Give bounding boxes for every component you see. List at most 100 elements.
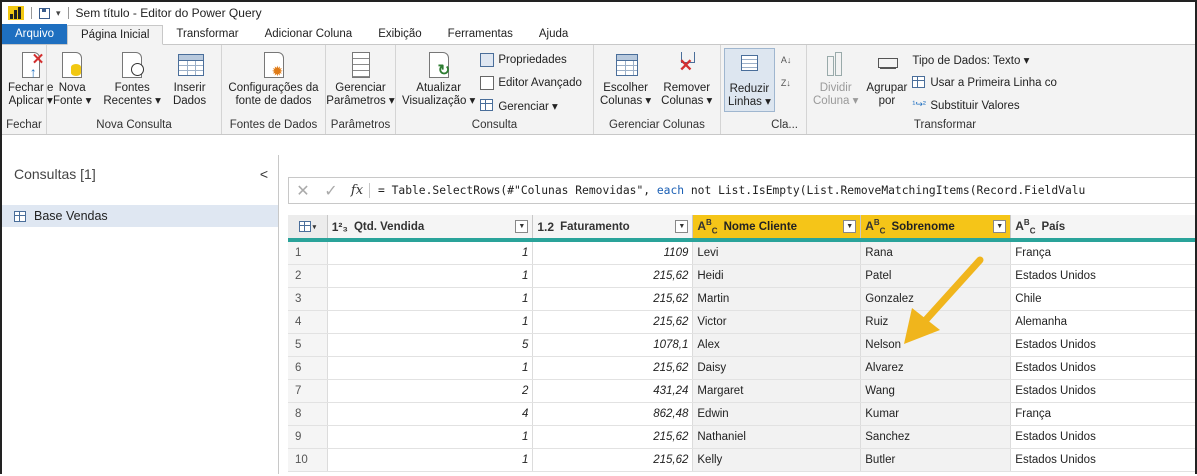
cell-pais[interactable]: Estados Unidos [1011, 380, 1195, 402]
cell-pais[interactable]: Estados Unidos [1011, 449, 1195, 471]
cell-nome-cliente[interactable]: Kelly [693, 449, 862, 471]
cell-nome-cliente[interactable]: Daisy [693, 357, 862, 379]
row-number[interactable]: 2 [288, 265, 328, 287]
cancel-formula-button[interactable]: ✕ [289, 181, 317, 201]
cell-faturamento[interactable]: 215,62 [533, 288, 694, 310]
sort-descending-icon[interactable]: Z↓ [781, 73, 792, 93]
advanced-editor-button[interactable]: Editor Avançado [480, 73, 582, 93]
table-row[interactable]: 5 5 1078,1 Alex Nelson Estados Unidos [288, 334, 1195, 357]
cell-nome-cliente[interactable]: Victor [693, 311, 862, 333]
tab-exibicao[interactable]: Exibição [365, 25, 434, 44]
cell-faturamento[interactable]: 431,24 [533, 380, 694, 402]
data-type-dropdown[interactable]: Tipo de Dados: Texto ▾ [912, 50, 1057, 70]
row-number[interactable]: 6 [288, 357, 328, 379]
row-number[interactable]: 1 [288, 242, 328, 264]
cell-pais[interactable]: Estados Unidos [1011, 334, 1195, 356]
cell-faturamento[interactable]: 215,62 [533, 449, 694, 471]
table-row[interactable]: 3 1 215,62 Martin Gonzalez Chile [288, 288, 1195, 311]
tab-ajuda[interactable]: Ajuda [526, 25, 581, 44]
filter-dropdown-icon[interactable]: ▼ [993, 220, 1007, 233]
cell-qtd-vendida[interactable]: 1 [328, 242, 534, 264]
cell-qtd-vendida[interactable]: 1 [328, 311, 534, 333]
replace-values-button[interactable]: ¹↪² Substituir Valores [912, 96, 1057, 116]
row-number[interactable]: 5 [288, 334, 328, 356]
confirm-formula-button[interactable]: ✓ [317, 181, 345, 201]
column-header-pais[interactable]: ABC País [1011, 215, 1195, 238]
cell-pais[interactable]: Chile [1011, 288, 1195, 310]
row-number[interactable]: 10 [288, 449, 328, 471]
cell-qtd-vendida[interactable]: 1 [328, 426, 534, 448]
use-first-row-button[interactable]: Usar a Primeira Linha co [912, 73, 1057, 93]
row-number[interactable]: 3 [288, 288, 328, 310]
table-row[interactable]: 7 2 431,24 Margaret Wang Estados Unidos [288, 380, 1195, 403]
cell-sobrenome[interactable]: Sanchez [861, 426, 1012, 448]
quick-access-dropdown-icon[interactable]: ▾ [56, 8, 61, 19]
cell-pais[interactable]: França [1011, 242, 1195, 264]
table-row[interactable]: 1 1 1109 Levi Rana França [288, 242, 1195, 265]
cell-nome-cliente[interactable]: Alex [693, 334, 862, 356]
cell-qtd-vendida[interactable]: 5 [328, 334, 534, 356]
row-number[interactable]: 7 [288, 380, 328, 402]
query-item-base-vendas[interactable]: Base Vendas [2, 205, 278, 227]
properties-button[interactable]: Propriedades [480, 50, 582, 70]
new-source-button[interactable]: Nova Fonte ▾ [50, 48, 94, 110]
cell-pais[interactable]: Estados Unidos [1011, 357, 1195, 379]
refresh-preview-button[interactable]: ↻ Atualizar Visualização ▾ [399, 48, 478, 110]
cell-faturamento[interactable]: 215,62 [533, 357, 694, 379]
tab-pagina-inicial[interactable]: Página Inicial [67, 25, 164, 45]
cell-pais[interactable]: Estados Unidos [1011, 265, 1195, 287]
cell-pais[interactable]: França [1011, 403, 1195, 425]
save-icon[interactable] [39, 7, 50, 19]
cell-qtd-vendida[interactable]: 1 [328, 265, 534, 287]
split-column-button[interactable]: Dividir Coluna ▾ [810, 48, 861, 110]
formula-input[interactable]: = Table.SelectRows(#"Colunas Removidas",… [378, 184, 1085, 197]
filter-dropdown-icon[interactable]: ▼ [675, 220, 689, 233]
sort-ascending-icon[interactable]: A↓ [781, 50, 792, 70]
tab-ferramentas[interactable]: Ferramentas [435, 25, 526, 44]
column-header-nome-cliente[interactable]: ABC Nome Cliente ▼ [693, 215, 862, 238]
recent-sources-button[interactable]: Fontes Recentes ▾ [100, 48, 164, 110]
remove-columns-button[interactable]: ✕ Remover Colunas ▾ [658, 48, 715, 110]
cell-qtd-vendida[interactable]: 1 [328, 449, 534, 471]
cell-sobrenome[interactable]: Kumar [861, 403, 1012, 425]
column-header-qtd-vendida[interactable]: 1²₃ Qtd. Vendida ▼ [327, 215, 534, 238]
cell-faturamento[interactable]: 862,48 [533, 403, 694, 425]
table-row[interactable]: 8 4 862,48 Edwin Kumar França [288, 403, 1195, 426]
collapse-panel-button[interactable]: < [260, 166, 268, 182]
cell-pais[interactable]: Estados Unidos [1011, 426, 1195, 448]
cell-pais[interactable]: Alemanha [1011, 311, 1195, 333]
table-row[interactable]: 4 1 215,62 Victor Ruiz Alemanha [288, 311, 1195, 334]
cell-faturamento[interactable]: 215,62 [533, 426, 694, 448]
choose-columns-button[interactable]: Escolher Colunas ▾ [597, 48, 654, 110]
filter-dropdown-icon[interactable]: ▼ [515, 220, 529, 233]
filter-dropdown-icon[interactable]: ▼ [843, 220, 857, 233]
column-header-sobrenome[interactable]: ABC Sobrenome ▼ [861, 215, 1012, 238]
cell-sobrenome[interactable]: Butler [861, 449, 1012, 471]
cell-qtd-vendida[interactable]: 2 [328, 380, 534, 402]
cell-nome-cliente[interactable]: Martin [693, 288, 862, 310]
cell-faturamento[interactable]: 215,62 [533, 265, 694, 287]
table-menu-button[interactable]: ▾ [288, 215, 328, 238]
cell-nome-cliente[interactable]: Nathaniel [693, 426, 862, 448]
cell-faturamento[interactable]: 215,62 [533, 311, 694, 333]
table-row[interactable]: 10 1 215,62 Kelly Butler Estados Unidos [288, 449, 1195, 472]
reduce-rows-button[interactable]: Reduzir Linhas ▾ [724, 48, 775, 112]
enter-data-button[interactable]: Inserir Dados [170, 48, 209, 110]
tab-adicionar-coluna[interactable]: Adicionar Coluna [252, 25, 366, 44]
tab-transformar[interactable]: Transformar [163, 25, 251, 44]
manage-query-button[interactable]: Gerenciar ▾ [480, 96, 582, 116]
group-by-button[interactable]: Agrupar por [863, 48, 910, 110]
row-number[interactable]: 9 [288, 426, 328, 448]
cell-nome-cliente[interactable]: Levi [693, 242, 862, 264]
cell-qtd-vendida[interactable]: 1 [328, 288, 534, 310]
row-number[interactable]: 8 [288, 403, 328, 425]
data-source-settings-button[interactable]: ✹ Configurações da fonte de dados [225, 48, 321, 110]
cell-qtd-vendida[interactable]: 1 [328, 357, 534, 379]
table-row[interactable]: 2 1 215,62 Heidi Patel Estados Unidos [288, 265, 1195, 288]
table-row[interactable]: 6 1 215,62 Daisy Alvarez Estados Unidos [288, 357, 1195, 380]
cell-sobrenome[interactable]: Alvarez [861, 357, 1012, 379]
cell-nome-cliente[interactable]: Margaret [693, 380, 862, 402]
cell-sobrenome[interactable]: Wang [861, 380, 1012, 402]
tab-arquivo[interactable]: Arquivo [2, 24, 67, 44]
cell-qtd-vendida[interactable]: 4 [328, 403, 534, 425]
